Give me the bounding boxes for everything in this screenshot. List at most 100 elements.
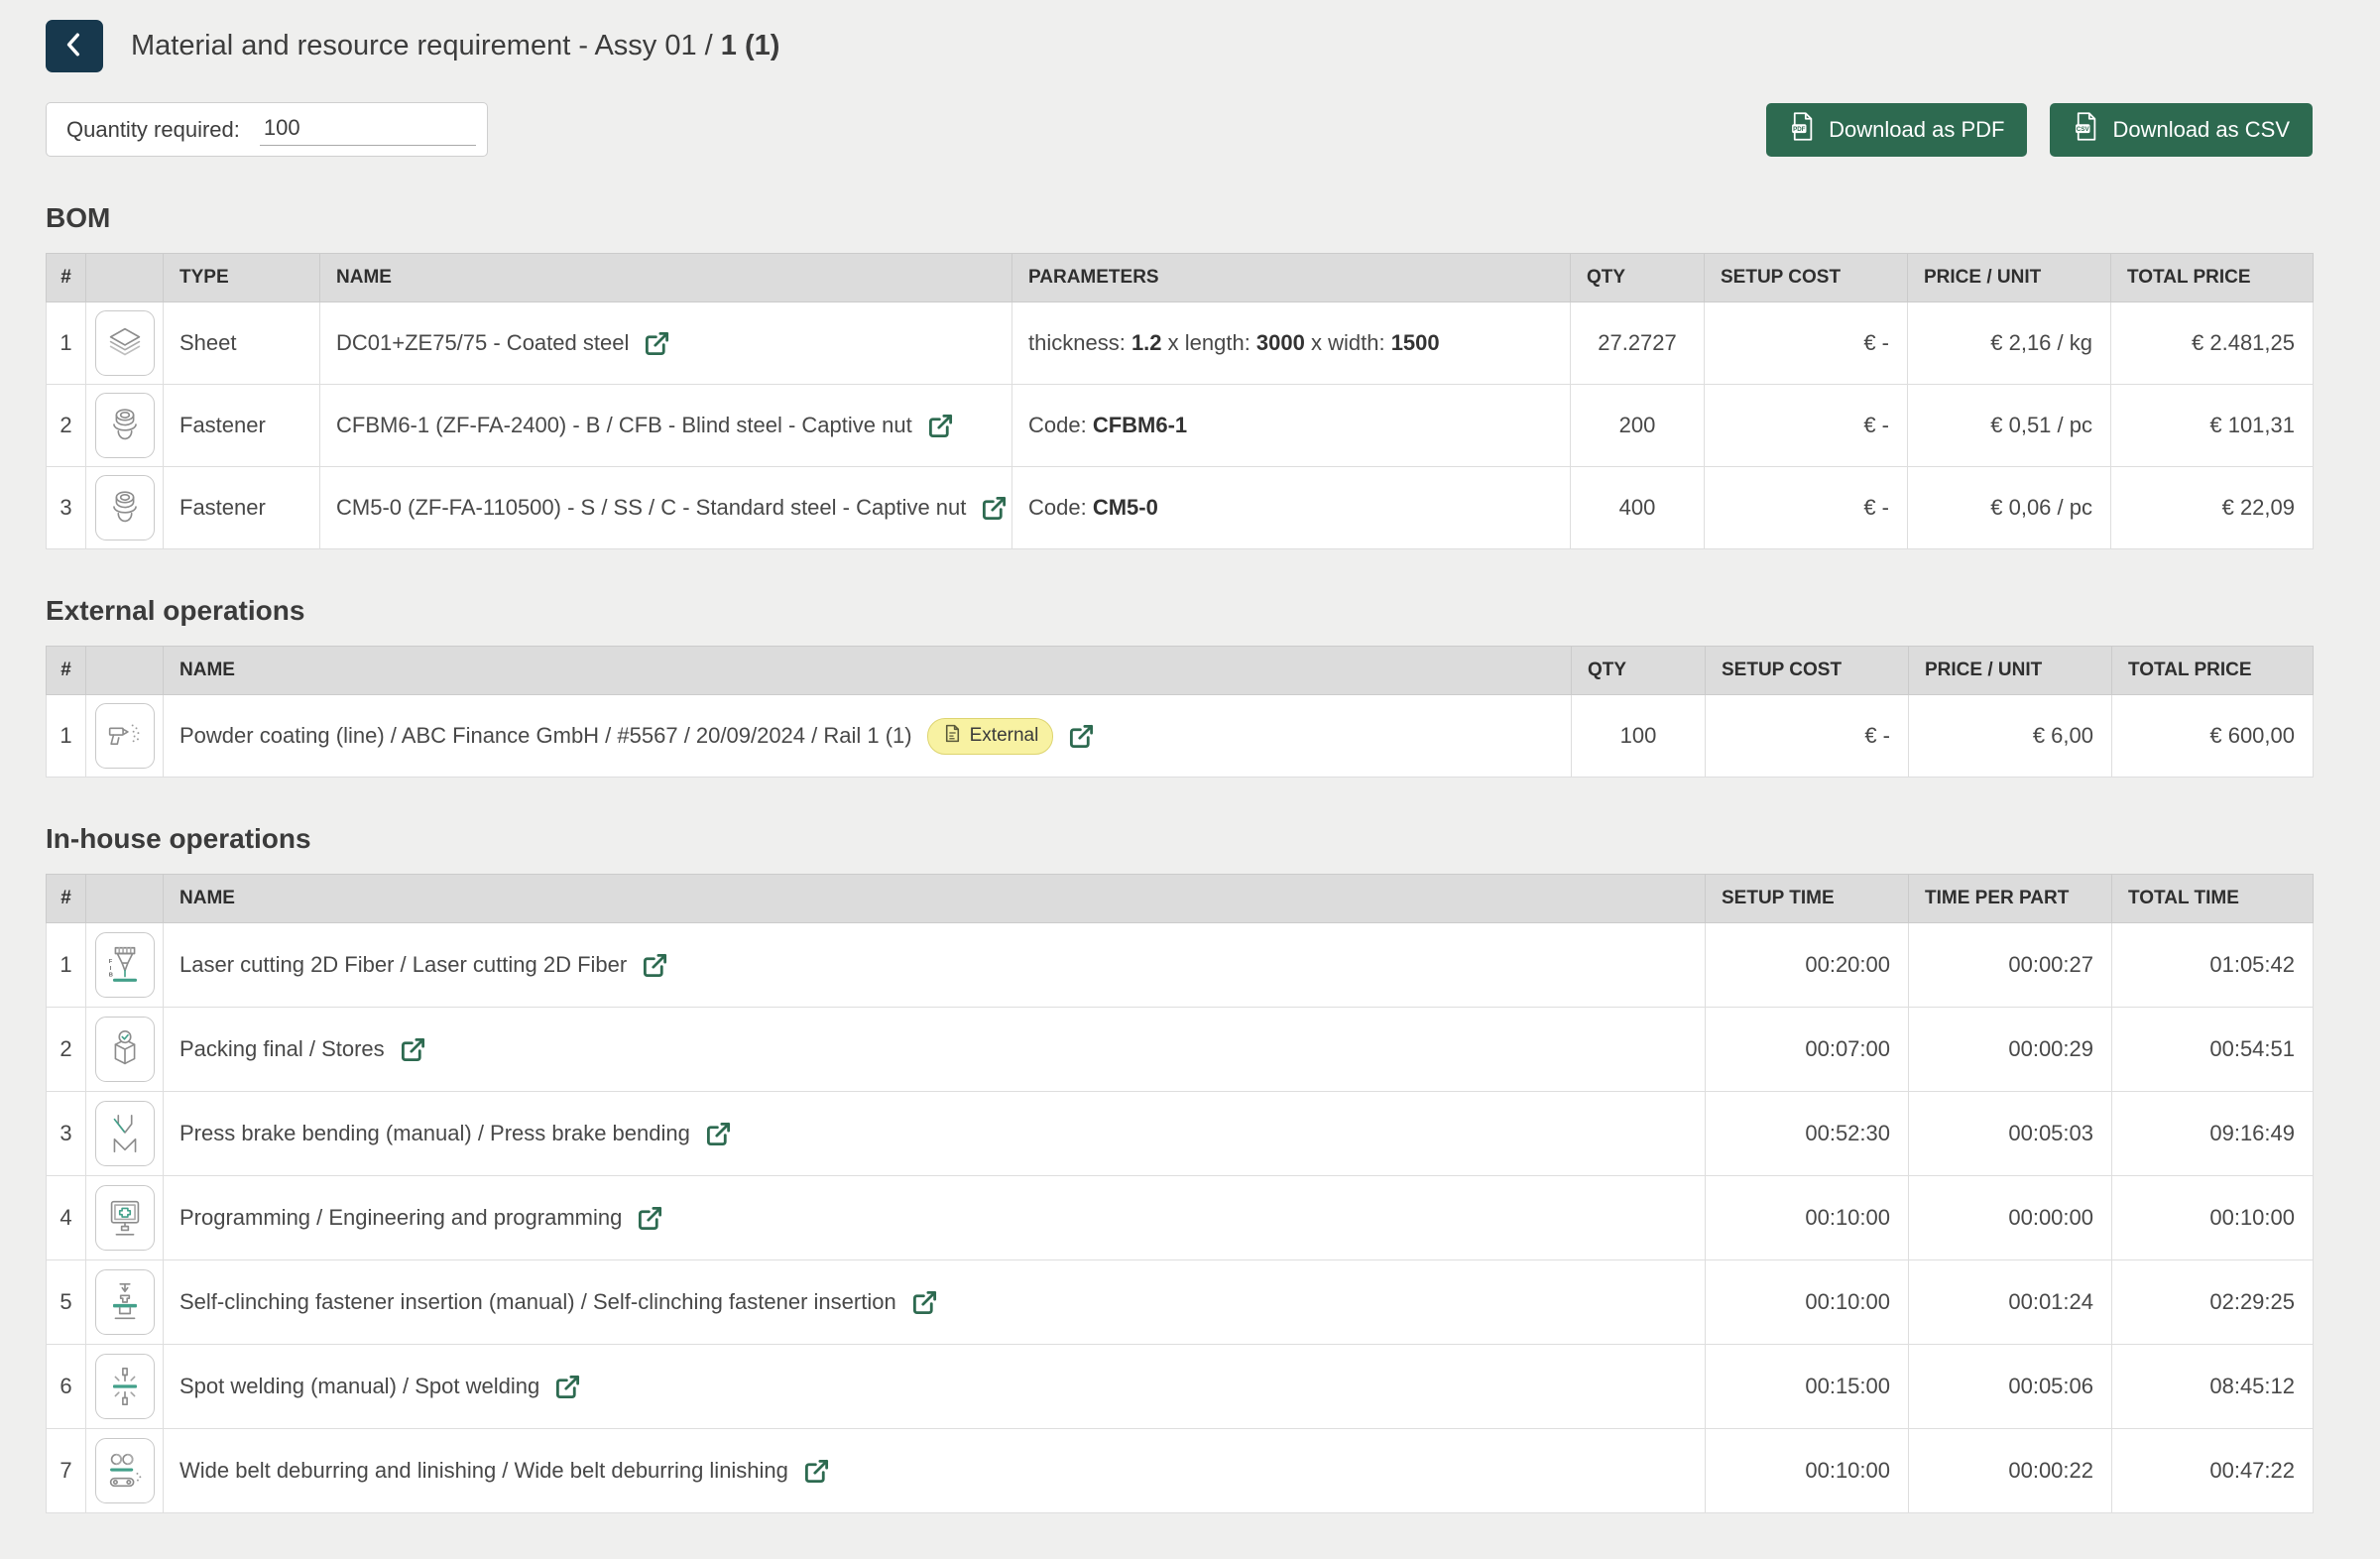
external-link-icon[interactable] xyxy=(981,495,1008,522)
row-number: 1 xyxy=(47,695,86,778)
item-setup-time: 00:15:00 xyxy=(1706,1345,1909,1429)
item-icon-cell xyxy=(86,385,164,467)
item-icon-cell xyxy=(86,695,164,778)
external-link-icon[interactable] xyxy=(642,952,668,979)
external-link-icon[interactable] xyxy=(705,1121,732,1147)
item-qty: 400 xyxy=(1571,467,1705,549)
item-name: Powder coating (line) / ABC Finance GmbH… xyxy=(179,723,912,749)
item-time-per-part: 00:00:22 xyxy=(1909,1429,2112,1513)
item-total-time: 02:29:25 xyxy=(2112,1260,2314,1345)
item-setup-time: 00:10:00 xyxy=(1706,1260,1909,1345)
external-link-icon[interactable] xyxy=(644,330,670,357)
col-qty: QTY xyxy=(1572,647,1706,695)
item-icon-cell xyxy=(86,1008,164,1092)
parameter-value: 1.2 xyxy=(1131,330,1162,355)
download-csv-label: Download as CSV xyxy=(2112,117,2290,143)
row-number: 1 xyxy=(47,302,86,385)
wide-belt-icon xyxy=(95,1438,155,1503)
item-setup-cost: € - xyxy=(1705,302,1908,385)
external-link-icon[interactable] xyxy=(927,413,954,439)
external-link-icon[interactable] xyxy=(1068,723,1095,750)
item-name: Programming / Engineering and programmin… xyxy=(179,1205,622,1231)
item-type: Fastener xyxy=(164,385,320,467)
item-icon-cell xyxy=(86,1176,164,1260)
col-price-unit: PRICE / UNIT xyxy=(1909,647,2112,695)
col-total-price: TOTAL PRICE xyxy=(2112,647,2314,695)
item-time-per-part: 00:01:24 xyxy=(1909,1260,2112,1345)
item-total-time: 00:54:51 xyxy=(2112,1008,2314,1092)
sheet-icon xyxy=(95,310,155,376)
bom-table: # TYPE NAME PARAMETERS QTY SETUP COST PR… xyxy=(46,253,2314,549)
quantity-input[interactable] xyxy=(260,113,476,146)
col-icon xyxy=(86,254,164,302)
item-time-per-part: 00:05:06 xyxy=(1909,1345,2112,1429)
download-pdf-button[interactable]: PDF Download as PDF xyxy=(1766,103,2027,157)
external-link-icon[interactable] xyxy=(400,1036,426,1063)
name-cell: CM5-0 (ZF-FA-110500) - S / SS / C - Stan… xyxy=(320,467,1012,549)
download-pdf-label: Download as PDF xyxy=(1829,117,2004,143)
row-number: 1 xyxy=(47,923,86,1008)
quantity-card: Quantity required: xyxy=(46,102,488,157)
item-total-time: 09:16:49 xyxy=(2112,1092,2314,1176)
row-number: 5 xyxy=(47,1260,86,1345)
item-total-price: € 2.481,25 xyxy=(2111,302,2314,385)
inhouse-op-row: 6 Spot welding (manual) / Spot welding 00:… xyxy=(47,1345,2314,1429)
inhouse-ops-heading: In-house operations xyxy=(46,823,2313,855)
inhouse-op-row: 3 Press brake bending (manual) / Press br… xyxy=(47,1092,2314,1176)
page: Material and resource requirement - Assy… xyxy=(0,0,2380,1559)
name-cell: CFBM6-1 (ZF-FA-2400) - B / CFB - Blind s… xyxy=(320,385,1012,467)
inhouse-op-row: 7Wide belt deburring and linishing / Wid… xyxy=(47,1429,2314,1513)
item-time-per-part: 00:00:27 xyxy=(1909,923,2112,1008)
external-link-icon[interactable] xyxy=(637,1205,663,1232)
external-link-icon[interactable] xyxy=(803,1458,830,1485)
back-button[interactable] xyxy=(46,20,103,72)
col-num: # xyxy=(47,647,86,695)
parameter-label: Code: xyxy=(1028,495,1093,520)
row-number: 3 xyxy=(47,1092,86,1176)
inhouse-ops-header-row: # NAME SETUP TIME TIME PER PART TOTAL TI… xyxy=(47,875,2314,923)
col-time-per-part: TIME PER PART xyxy=(1909,875,2112,923)
external-badge-icon xyxy=(942,723,963,750)
item-name: Laser cutting 2D Fiber / Laser cutting 2… xyxy=(179,952,627,978)
item-name: Spot welding (manual) / Spot welding xyxy=(179,1374,539,1399)
parameters-cell: Code: CFBM6-1 xyxy=(1012,385,1571,467)
item-price-unit: € 2,16 / kg xyxy=(1908,302,2111,385)
name-cell: Powder coating (line) / ABC Finance GmbH… xyxy=(164,695,1572,778)
fastener-icon xyxy=(95,393,155,458)
svg-text:CSV: CSV xyxy=(2077,126,2090,133)
item-total-time: 00:47:22 xyxy=(2112,1429,2314,1513)
item-name: Press brake bending (manual) / Press bra… xyxy=(179,1121,690,1146)
item-setup-time: 00:10:00 xyxy=(1706,1429,1909,1513)
external-link-icon[interactable] xyxy=(911,1289,938,1316)
press-brake-icon xyxy=(95,1101,155,1166)
item-total-time: 00:10:00 xyxy=(2112,1176,2314,1260)
parameter-value: 1500 xyxy=(1391,330,1440,355)
row-number: 6 xyxy=(47,1345,86,1429)
inhouse-op-row: 5Self-clinching fastener insertion (manu… xyxy=(47,1260,2314,1345)
col-price-unit: PRICE / UNIT xyxy=(1908,254,2111,302)
name-cell: Wide belt deburring and linishing / Wide… xyxy=(164,1429,1706,1513)
col-total-time: TOTAL TIME xyxy=(2112,875,2314,923)
col-type: TYPE xyxy=(164,254,320,302)
download-buttons: PDF Download as PDF CSV Download as CSV xyxy=(1766,103,2313,157)
item-type: Sheet xyxy=(164,302,320,385)
page-title: Material and resource requirement - Assy… xyxy=(131,30,779,62)
csv-file-icon: CSV xyxy=(2073,111,2099,148)
download-csv-button[interactable]: CSV Download as CSV xyxy=(2050,103,2313,157)
item-icon-cell xyxy=(86,302,164,385)
bom-header-row: # TYPE NAME PARAMETERS QTY SETUP COST PR… xyxy=(47,254,2314,302)
toolbar: Quantity required: PDF Download as PDF C… xyxy=(46,102,2313,157)
parameter-label: thickness: xyxy=(1028,330,1131,355)
parameter-label: Code: xyxy=(1028,413,1093,437)
col-name: NAME xyxy=(164,647,1572,695)
item-total-price: € 600,00 xyxy=(2112,695,2314,778)
inhouse-op-row: 4Programming / Engineering and programmi… xyxy=(47,1176,2314,1260)
item-total-price: € 101,31 xyxy=(2111,385,2314,467)
item-setup-cost: € - xyxy=(1706,695,1909,778)
parameters-cell: Code: CM5-0 xyxy=(1012,467,1571,549)
inhouse-op-row: 1FIBLaser cutting 2D Fiber / Laser cutti… xyxy=(47,923,2314,1008)
external-link-icon[interactable] xyxy=(554,1374,581,1400)
item-total-time: 08:45:12 xyxy=(2112,1345,2314,1429)
parameter-label: x width: xyxy=(1305,330,1391,355)
parameter-value: 3000 xyxy=(1256,330,1305,355)
